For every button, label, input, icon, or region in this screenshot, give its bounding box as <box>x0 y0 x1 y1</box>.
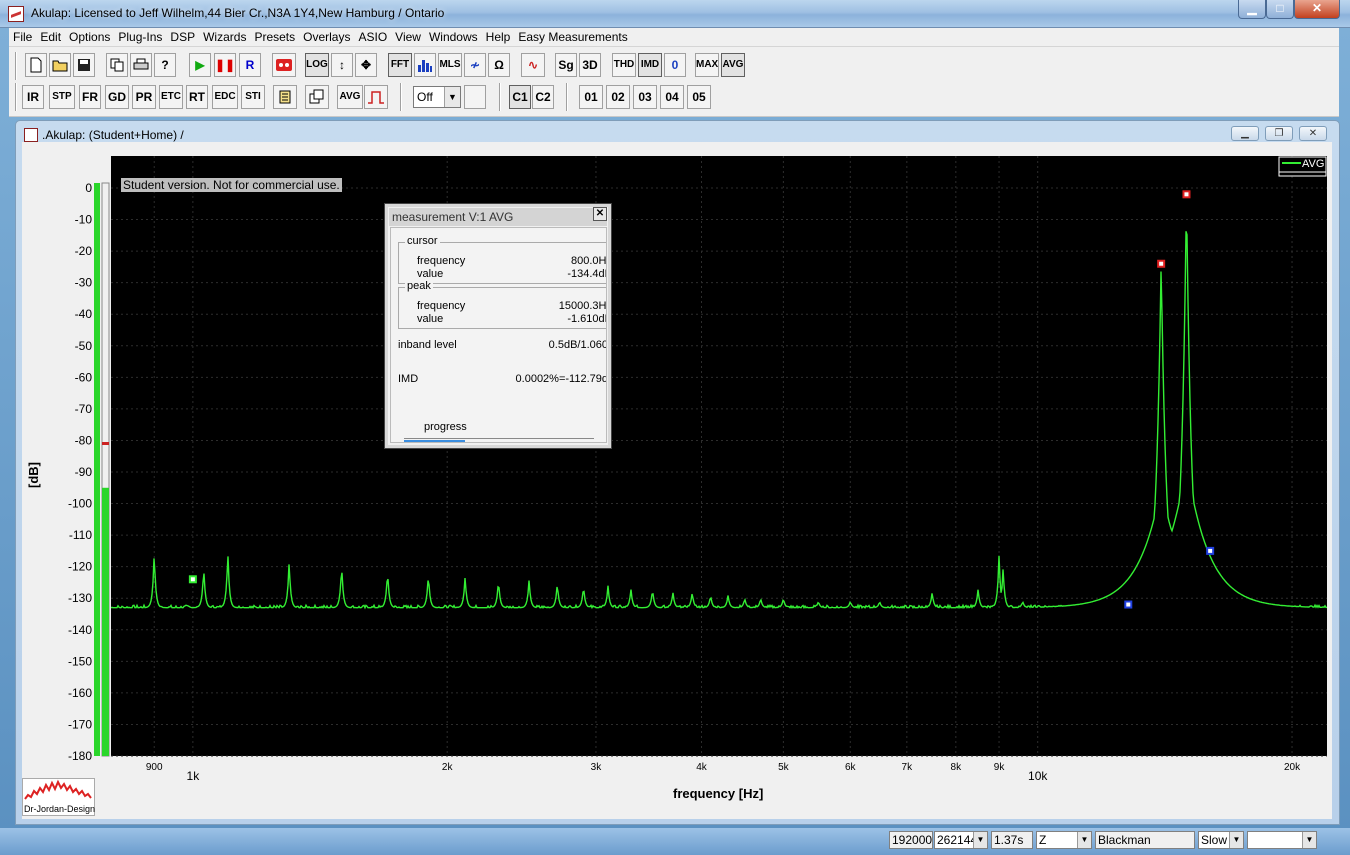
cursor-group: cursor frequency 800.0Hz value -134.4dB <box>398 235 607 284</box>
meter-right-level <box>102 487 109 756</box>
cursor-group-title: cursor <box>405 235 440 247</box>
y-tick-label: -110 <box>69 528 92 542</box>
speed-value: Slow <box>1201 833 1228 847</box>
x-axis-ticks: 900 2k 3k 4k 5k 6k 7k 8k 9k 20k 1k 10k <box>146 762 1301 783</box>
y-tick-label: -10 <box>75 213 93 227</box>
inband-level-value: 0.5dB/1.060 <box>548 339 607 351</box>
marker-peak <box>1182 190 1191 199</box>
x-tick-label: 3k <box>591 762 603 773</box>
chevron-down-icon[interactable]: ▼ <box>1229 832 1243 848</box>
peak-frequency-value: 15000.3Hz <box>558 300 607 312</box>
student-banner: Student version. Not for commercial use. <box>121 178 342 192</box>
fft-size-select[interactable]: 262144 ▼ <box>934 831 988 849</box>
fft-size-value: 262144 <box>937 833 978 847</box>
spectrum-chart[interactable]: 0 -10 -20 -30 -40 -50 -60 -70 -80 -90 -100 -110 -120… <box>0 0 1350 855</box>
cursor-frequency-label: frequency <box>417 255 466 267</box>
y-tick-label: -180 <box>68 749 92 763</box>
x-tick-label: 10k <box>1028 769 1048 783</box>
y-tick-label: -20 <box>75 244 93 258</box>
window-function-field: Blackman <box>1095 831 1195 849</box>
chevron-down-icon[interactable]: ▼ <box>1077 832 1091 848</box>
x-tick-label: 8k <box>951 762 963 773</box>
x-tick-label: 20k <box>1284 762 1301 773</box>
progress-bar-fill <box>404 440 465 442</box>
marker-cursor <box>1124 600 1133 609</box>
y-axis-label: [dB] <box>26 462 41 488</box>
marker-cursor <box>1206 546 1215 555</box>
y-tick-label: -60 <box>75 370 93 384</box>
y-tick-label: -70 <box>75 402 93 416</box>
y-tick-label: -130 <box>68 591 92 605</box>
marker-other <box>188 575 197 584</box>
meter-left <box>94 183 100 756</box>
legend-label: AVG <box>1302 158 1324 170</box>
y-axis-ticks: 0 -10 -20 -30 -40 -50 -60 -70 -80 -90 -100 -110 -120… <box>68 181 92 763</box>
x-tick-label: 1k <box>187 769 201 783</box>
y-tick-label: -30 <box>75 276 93 290</box>
marker-peak <box>1157 259 1166 268</box>
peak-value: -1.610dB <box>567 313 606 325</box>
peak-group-title: peak <box>405 280 433 292</box>
x-axis-label: frequency [Hz] <box>673 786 764 801</box>
y-tick-label: -80 <box>75 433 93 447</box>
y-tick-label: -40 <box>75 307 93 321</box>
x-tick-label: 2k <box>442 762 454 773</box>
duration-field: 1.37s <box>991 831 1033 849</box>
meter-peak-hold <box>102 442 109 445</box>
cursor-value-label: value <box>417 268 444 280</box>
plot-background <box>111 156 1327 756</box>
y-tick-label: -120 <box>68 560 92 574</box>
peak-frequency-label: frequency <box>417 300 466 312</box>
cursor-value: -134.4dB <box>567 268 606 280</box>
status-bar: 192000 262144 ▼ 1.37s Z ▼ Blackman Slow … <box>0 828 1350 855</box>
peak-value-label: value <box>417 313 444 325</box>
inband-level-label: inband level <box>398 339 457 351</box>
cursor-frequency-value: 800.0Hz <box>571 255 607 267</box>
x-tick-label: 4k <box>696 762 708 773</box>
x-tick-label: 9k <box>994 762 1006 773</box>
y-tick-label: -170 <box>68 717 92 731</box>
x-tick-label: 900 <box>146 762 163 773</box>
measurement-dialog-close-button[interactable]: ✕ <box>593 207 607 221</box>
sample-rate-field: 192000 <box>889 831 933 849</box>
progress-label: progress <box>424 421 467 433</box>
imd-label: IMD <box>398 373 419 385</box>
progress-bar <box>404 438 594 442</box>
weighting-value: Z <box>1039 833 1047 847</box>
weighting-select[interactable]: Z ▼ <box>1036 831 1092 849</box>
extra-select[interactable]: ▼ <box>1247 831 1317 849</box>
y-tick-label: -160 <box>68 686 92 700</box>
x-tick-label: 5k <box>778 762 790 773</box>
chevron-down-icon[interactable]: ▼ <box>973 832 987 848</box>
x-tick-label: 6k <box>845 762 857 773</box>
speed-select[interactable]: Slow ▼ <box>1198 831 1244 849</box>
x-tick-label: 7k <box>902 762 914 773</box>
y-tick-label: -50 <box>75 339 93 353</box>
y-tick-label: -150 <box>68 654 92 668</box>
imd-value: 0.0002%=-112.79d <box>515 373 607 385</box>
logo-text: Dr-Jordan-Design <box>23 804 96 814</box>
chevron-down-icon[interactable]: ▼ <box>1302 832 1316 848</box>
peak-group: peak frequency 15000.3Hz value -1.610dB <box>398 280 607 329</box>
measurement-panel: cursor frequency 800.0Hz value -134.4dB … <box>390 227 607 443</box>
y-tick-label: 0 <box>85 181 92 195</box>
dr-jordan-design-logo: Dr-Jordan-Design <box>22 778 95 816</box>
measurement-dialog-title: measurement V:1 AVG <box>389 208 607 226</box>
y-tick-label: -100 <box>68 497 92 511</box>
y-tick-label: -90 <box>75 465 93 479</box>
y-tick-label: -140 <box>68 623 92 637</box>
measurement-dialog[interactable]: measurement V:1 AVG ✕ cursor frequency 8… <box>384 203 612 449</box>
logo-wave-icon <box>24 779 92 800</box>
